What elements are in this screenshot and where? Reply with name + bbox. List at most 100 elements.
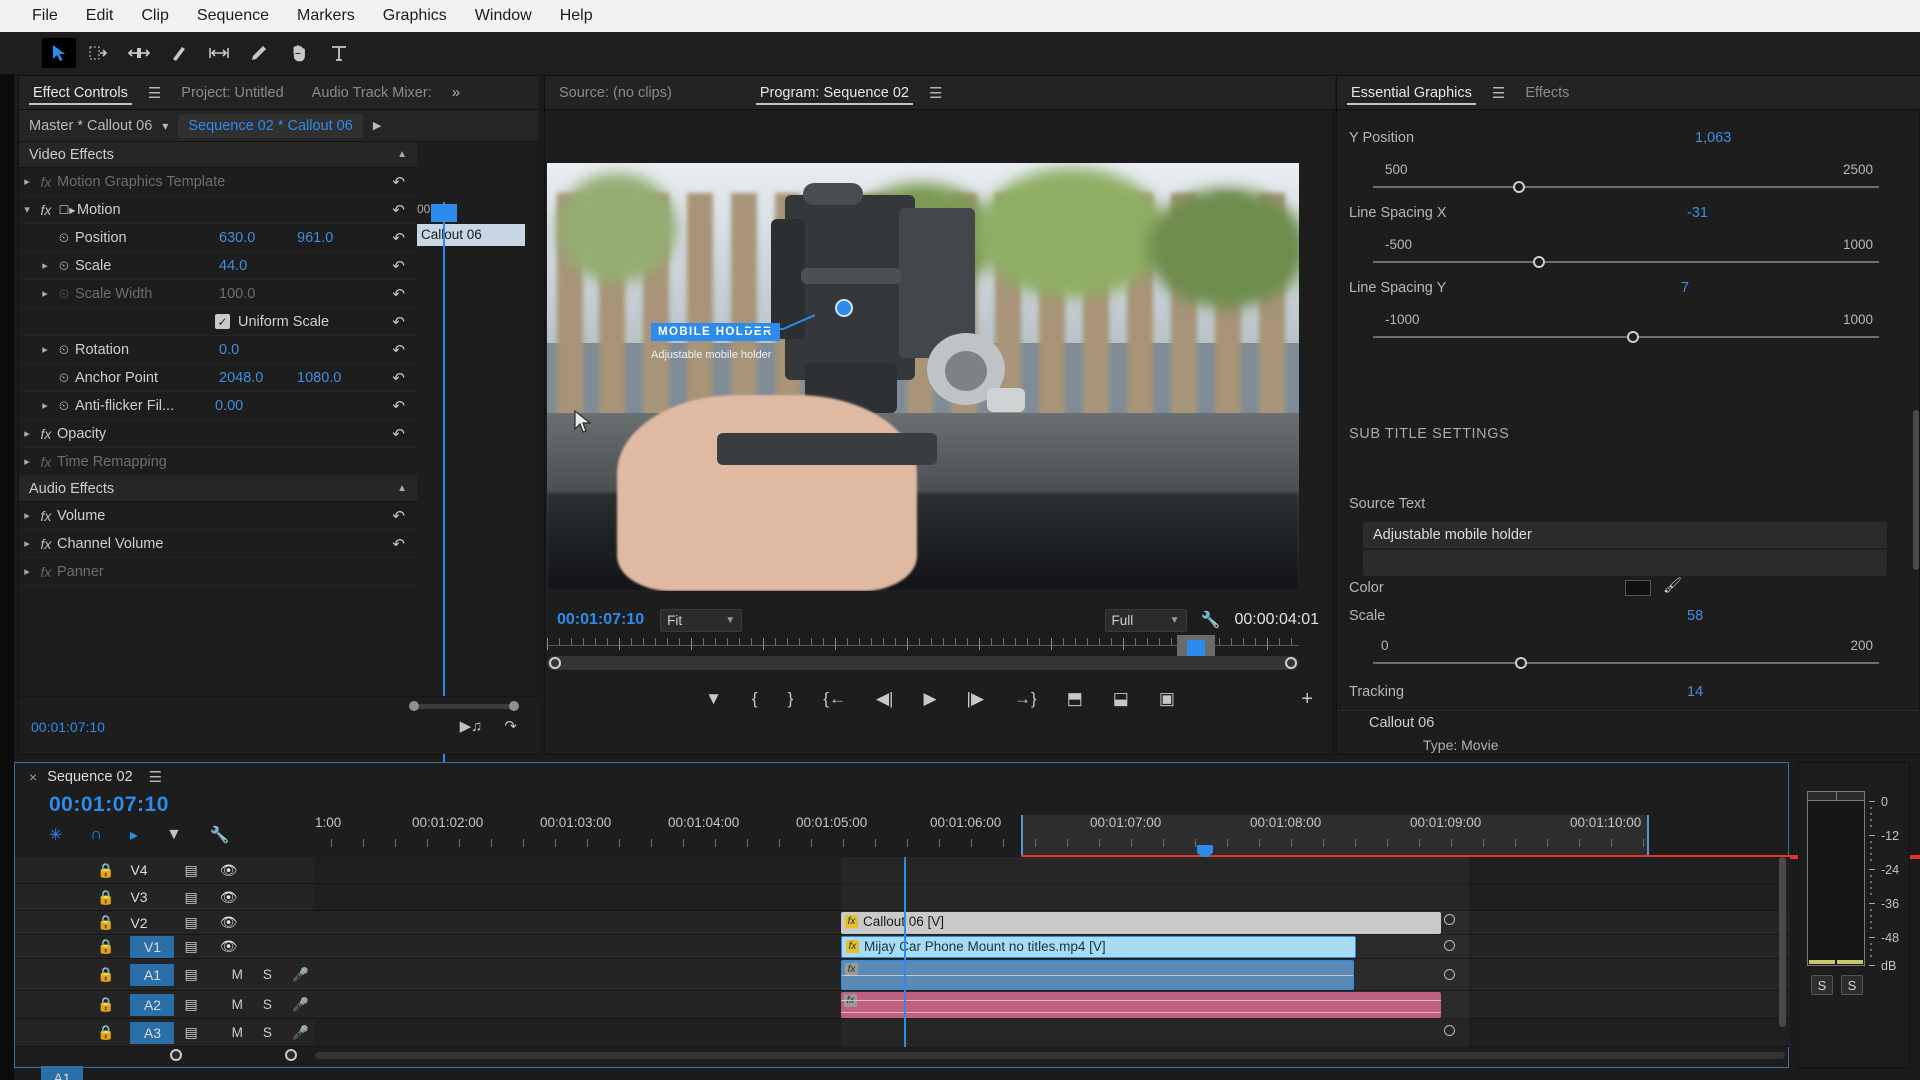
snap-toggle-icon[interactable]: ∩ — [90, 826, 102, 844]
essential-graphics-menu-icon[interactable]: ☰ — [1486, 84, 1511, 102]
effect-row-time-remapping[interactable]: ▸ fx Time Remapping — [19, 448, 417, 476]
slider-knob[interactable] — [1515, 657, 1527, 669]
timeline-clip-audio-a2[interactable]: fx — [841, 992, 1441, 1018]
step-back-button[interactable]: ◀| — [876, 689, 894, 709]
track-visibility-icon[interactable]: 👁 — [220, 889, 238, 906]
slider-scale[interactable] — [1373, 656, 1879, 670]
track-solo-button[interactable]: S — [263, 967, 272, 982]
property-row-rotation[interactable]: ▸ ⏲ Rotation 0.0 ↶ — [19, 336, 417, 364]
eyedropper-icon[interactable]: 🖌 — [1663, 576, 1682, 594]
disclosure-icon[interactable]: ▸ — [19, 455, 35, 468]
lock-icon[interactable]: 🔒 — [97, 862, 114, 879]
track-header-a1[interactable]: A1 🔒 A1 ▤ M S 🎤 — [15, 959, 315, 1080]
menu-item-window[interactable]: Window — [461, 0, 546, 32]
tab-project-untitled[interactable]: Project: Untitled — [167, 76, 297, 110]
playback-resolution-select[interactable]: Full ▼ — [1104, 608, 1187, 632]
menu-item-clip[interactable]: Clip — [127, 0, 183, 32]
disclosure-icon[interactable]: ▾ — [19, 203, 35, 216]
disclosure-icon[interactable]: ▸ — [19, 175, 35, 188]
program-monitor-menu-icon[interactable]: ☰ — [923, 84, 948, 102]
effect-row-volume[interactable]: ▸ fx Volume ↶ — [19, 502, 417, 530]
clip-handle-dot-a3[interactable] — [1444, 1025, 1455, 1036]
zoom-handle-right[interactable] — [285, 1049, 297, 1061]
timeline-track-lanes[interactable]: fx Callout 06 [V] fx Mijay Car Phone Mou… — [315, 857, 1790, 1047]
track-header-a2[interactable]: 🔒 A2 ▤ M S 🎤 — [15, 991, 315, 1019]
menu-item-sequence[interactable]: Sequence — [183, 0, 283, 32]
timeline-clip-audio-a1[interactable]: fx — [841, 960, 1354, 990]
slip-tool-icon[interactable] — [202, 38, 236, 68]
stopwatch-icon[interactable]: ⏲ — [53, 370, 75, 386]
disclosure-icon[interactable]: ▸ — [19, 509, 35, 522]
reset-icon[interactable]: ↶ — [392, 257, 405, 275]
timeline-vertical-scrollbar[interactable] — [1779, 857, 1786, 1027]
tab-source-no-clips[interactable]: Source: (no clips) — [545, 76, 686, 110]
reset-icon[interactable]: ↶ — [392, 341, 405, 359]
button-editor-icon[interactable]: + — [1301, 688, 1313, 711]
color-swatch[interactable] — [1625, 580, 1651, 596]
menu-item-edit[interactable]: Edit — [72, 0, 128, 32]
slider-knob[interactable] — [1533, 256, 1545, 268]
ripple-edit-tool-icon[interactable] — [122, 38, 156, 68]
property-row-scale-width[interactable]: ▸ ⏲ Scale Width 100.0 ↶ — [19, 280, 417, 308]
disclosure-icon[interactable]: ▸ — [37, 287, 53, 300]
reset-icon[interactable]: ↶ — [392, 229, 405, 247]
stopwatch-icon[interactable]: ⏲ — [53, 258, 75, 274]
scrollbar-handle-right[interactable] — [1285, 657, 1297, 669]
clip-handle-dot-v1[interactable] — [1444, 940, 1455, 951]
razor-tool-icon[interactable] — [162, 38, 196, 68]
track-mute-button[interactable]: M — [232, 1025, 243, 1040]
effect-row-opacity[interactable]: ▸ fx Opacity ↶ — [19, 420, 417, 448]
export-frame-button[interactable]: ▣ — [1159, 689, 1175, 709]
solo-button-right[interactable]: S — [1841, 975, 1863, 995]
property-row-position[interactable]: ⏲ Position 630.0 961.0 ↶ — [19, 224, 417, 252]
play-stop-button[interactable]: ▶ — [923, 689, 936, 709]
step-forward-button[interactable]: |▶ — [967, 689, 985, 709]
track-solo-button[interactable]: S — [263, 997, 272, 1012]
reset-icon[interactable]: ↶ — [392, 425, 405, 443]
tab-essential-graphics[interactable]: Essential Graphics — [1337, 76, 1486, 110]
program-monitor-video[interactable]: MOBILE HOLDER Adjustable mobile holder — [547, 163, 1299, 591]
add-marker-button[interactable]: ▼ — [705, 689, 722, 709]
effect-controls-menu-icon[interactable]: ☰ — [142, 84, 167, 102]
property-row-uniform-scale[interactable]: ✓ Uniform Scale ↶ — [19, 308, 417, 336]
property-value[interactable]: 0.00 — [215, 398, 243, 414]
close-icon[interactable]: × — [29, 769, 37, 785]
effect-controls-zoom-scrollbar[interactable] — [409, 701, 519, 711]
property-value-y[interactable]: 1080.0 — [297, 370, 341, 386]
track-header-v4[interactable]: 🔒 V4 ▤ 👁 — [15, 857, 315, 884]
control-value-tracking[interactable]: 14 — [1687, 684, 1703, 700]
settings-wrench-icon[interactable]: 🔧 — [1201, 610, 1221, 630]
zoom-handle-left[interactable] — [409, 701, 419, 711]
stopwatch-icon[interactable]: ⏲ — [53, 286, 75, 302]
disclosure-icon[interactable]: ▸ — [19, 537, 35, 550]
tab-effects[interactable]: Effects — [1511, 76, 1583, 110]
track-select-forward-tool-icon[interactable] — [82, 38, 116, 68]
video-effects-group-header[interactable]: Video Effects ▲ — [19, 142, 417, 168]
timeline-menu-icon[interactable]: ☰ — [143, 768, 168, 786]
hand-tool-icon[interactable] — [282, 38, 316, 68]
stopwatch-icon[interactable]: ⏲ — [53, 230, 75, 246]
disclosure-icon[interactable]: ▸ — [37, 399, 53, 412]
uniform-scale-checkbox[interactable]: ✓ — [215, 314, 230, 329]
menu-item-file[interactable]: File — [18, 0, 72, 32]
track-lane-v4[interactable] — [315, 857, 1790, 884]
timeline-settings-icon[interactable]: 🔧 — [210, 825, 230, 845]
collapse-caret-icon[interactable]: ▲ — [397, 483, 407, 494]
pen-tool-icon[interactable] — [242, 38, 276, 68]
track-header-v2[interactable]: 🔒 V2 ▤ 👁 — [15, 911, 315, 935]
lock-icon[interactable]: 🔒 — [97, 1024, 114, 1041]
track-mute-button[interactable]: M — [232, 997, 243, 1012]
control-value-line-spacing-x[interactable]: -31 — [1687, 205, 1708, 221]
lock-icon[interactable]: 🔒 — [97, 914, 114, 931]
menu-item-markers[interactable]: Markers — [283, 0, 369, 32]
stopwatch-icon[interactable]: ⏲ — [53, 398, 75, 414]
slider-knob[interactable] — [1513, 181, 1525, 193]
track-visibility-icon[interactable]: 👁 — [220, 914, 238, 931]
track-visibility-icon[interactable]: 👁 — [220, 862, 238, 879]
reset-icon[interactable]: ↶ — [392, 535, 405, 553]
lock-icon[interactable]: 🔒 — [97, 938, 114, 955]
menu-item-help[interactable]: Help — [546, 0, 607, 32]
reset-icon[interactable]: ↶ — [392, 369, 405, 387]
selection-tool-icon[interactable] — [42, 38, 76, 68]
play-arrow-icon[interactable]: ▶ — [373, 119, 381, 132]
